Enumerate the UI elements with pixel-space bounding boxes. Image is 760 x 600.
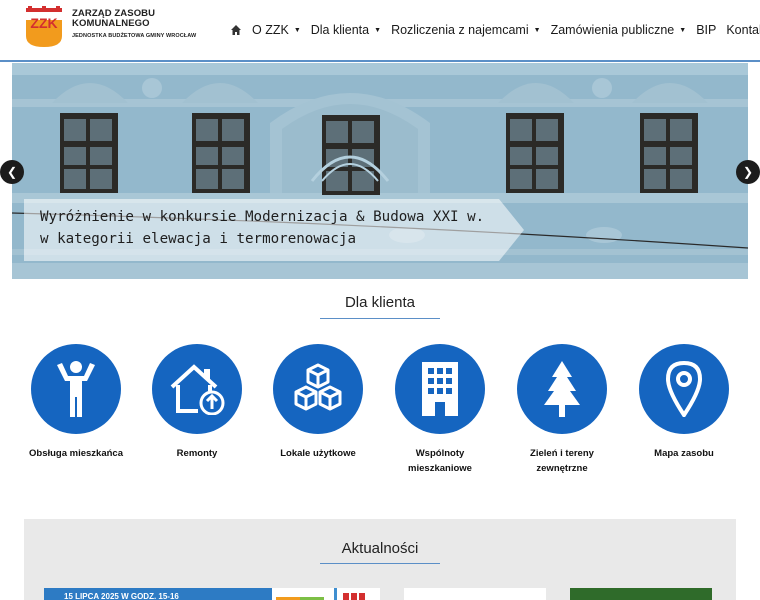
client-tile-circle <box>395 344 485 434</box>
client-tile-label: Remonty <box>176 448 218 459</box>
client-tile-label: Zieleń i tereny zewnętrzne <box>530 448 594 474</box>
tree-icon <box>544 361 580 417</box>
news-card-text: 15 LIPCA 2025 W GODZ. 15-16 <box>64 592 179 600</box>
zzk-mini-logo-icon <box>334 588 376 600</box>
chevron-right-icon: ❯ <box>742 165 754 179</box>
news-card[interactable]: 15 LIPCA 2025 W GODZ. 15-16 <box>44 588 380 600</box>
slider-next-button[interactable]: ❯ <box>736 160 760 184</box>
map-pin-icon <box>666 361 702 417</box>
hero-caption-line2: w kategorii elewacja i termorenowacja <box>40 231 357 247</box>
nav-item-zamowienia[interactable]: Zamówienia publiczne ▼ <box>551 23 687 37</box>
logo-subtitle: JEDNOSTKA BUDŻETOWA GMINY WROCŁAW <box>72 33 197 39</box>
slider-prev-button[interactable]: ❮ <box>0 160 24 184</box>
chevron-left-icon: ❮ <box>6 165 18 179</box>
section-divider <box>320 563 440 564</box>
hero-caption-line1: Wyróżnienie w konkursie Modernizacja & B… <box>40 209 485 225</box>
nav-item-label: Dla klienta <box>310 23 370 37</box>
nav-item-label: Zamówienia publiczne <box>550 23 675 37</box>
main-nav: O ZZK ▼ Dla klienta ▼ Rozliczenia z naje… <box>230 20 760 40</box>
news-card-banner: 15 LIPCA 2025 W GODZ. 15-16 <box>44 588 272 600</box>
nav-item-label: Rozliczenia z najemcami <box>391 23 529 37</box>
hero-caption[interactable]: Wyróżnienie w konkursie Modernizacja & B… <box>24 199 524 261</box>
logo-title-line2: KOMUNALNEGO <box>72 18 150 29</box>
client-tile-remonty[interactable]: Remonty <box>139 344 255 461</box>
person-icon <box>57 361 95 417</box>
section-title-aktualnosci: Aktualności <box>341 540 419 557</box>
hero-slider: Wyróżnienie w konkursie Modernizacja & B… <box>12 63 748 279</box>
nav-item-label: O ZZK <box>252 23 289 37</box>
client-tile-obsluga[interactable]: Obsługa mieszkańca <box>18 344 134 461</box>
house-upload-icon <box>170 364 225 415</box>
nav-item-kontakt[interactable]: Kontakt <box>726 23 760 37</box>
caret-down-icon: ▼ <box>533 27 541 34</box>
client-tile-zielen[interactable]: Zieleń i tereny zewnętrzne <box>504 344 620 476</box>
caret-down-icon: ▼ <box>374 27 382 34</box>
client-tile-circle <box>31 344 121 434</box>
client-tile-circle <box>152 344 242 434</box>
nav-item-label: BIP <box>696 23 717 37</box>
news-card[interactable] <box>404 588 546 600</box>
site-header: ZZK ZARZĄD ZASOBU KOMUNALNEGO JEDNOSTKA … <box>0 0 760 62</box>
nav-item-rozliczenia[interactable]: Rozliczenia z najemcami ▼ <box>391 23 541 37</box>
news-section: Aktualności 15 LIPCA 2025 W GODZ. 15-16 <box>24 519 736 600</box>
client-tile-circle <box>639 344 729 434</box>
client-tile-mapa[interactable]: Mapa zasobu <box>626 344 742 461</box>
cubes-icon <box>294 363 342 411</box>
client-tile-wspolnoty[interactable]: Wspólnoty mieszkaniowe <box>382 344 498 476</box>
nav-item-o-zzk[interactable]: O ZZK ▼ <box>252 23 301 37</box>
caret-down-icon: ▼ <box>293 27 301 34</box>
client-tile-label: Lokale użytkowe <box>280 448 356 459</box>
svg-text:ZZK: ZZK <box>30 15 57 31</box>
nav-item-dla-klienta[interactable]: Dla klienta ▼ <box>311 23 381 37</box>
caret-down-icon: ▼ <box>679 27 687 34</box>
client-tile-lokale[interactable]: Lokale użytkowe <box>260 344 376 461</box>
news-card-badges <box>276 592 326 600</box>
news-card[interactable] <box>570 588 712 600</box>
nav-item-label: Kontakt <box>726 23 760 37</box>
client-tile-circle <box>273 344 363 434</box>
site-logo[interactable]: ZZK ZARZĄD ZASOBU KOMUNALNEGO JEDNOSTKA … <box>24 6 196 50</box>
section-title-dla-klienta: Dla klienta <box>344 294 416 311</box>
client-tile-label: Wspólnoty mieszkaniowe <box>408 448 472 474</box>
home-icon[interactable] <box>230 24 242 36</box>
zzk-logo-icon: ZZK <box>26 6 62 47</box>
building-icon <box>422 362 458 416</box>
client-tile-label: Obsługa mieszkańca <box>29 448 123 459</box>
client-tile-circle <box>517 344 607 434</box>
section-divider <box>320 318 440 319</box>
nav-item-bip[interactable]: BIP <box>696 23 716 37</box>
client-tile-label: Mapa zasobu <box>654 448 714 459</box>
